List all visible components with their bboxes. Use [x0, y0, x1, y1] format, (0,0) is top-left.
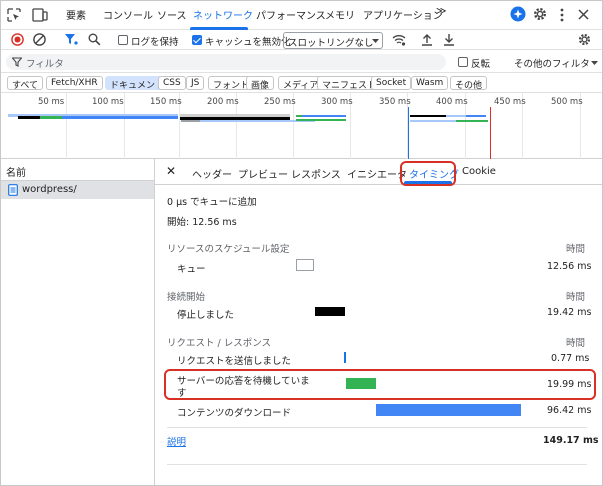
tab-preview[interactable]: プレビュー	[238, 166, 288, 181]
request-response-time-header: 時間	[566, 338, 586, 349]
invert-label: 反転	[471, 59, 491, 70]
ai-assistance-icon[interactable]	[510, 6, 526, 22]
preserve-log-label: ログを保持	[131, 37, 179, 48]
queue-label: キュー	[177, 264, 206, 275]
more-tabs-button[interactable]: ≫	[436, 6, 446, 17]
throttling-value: スロットリングなし	[288, 38, 374, 49]
filter-chip[interactable]: JS	[186, 76, 205, 90]
content-download-label: コンテンツのダウンロード	[177, 408, 292, 419]
devtools-tab-bar: 要素 コンソール ソース ネットワーク パフォーマンス メモリ アプリケーション…	[0, 0, 603, 30]
filter-chip[interactable]: Socket	[371, 76, 412, 90]
name-column-header[interactable]: 名前	[0, 159, 154, 181]
tab-network[interactable]: ネットワーク	[193, 7, 253, 22]
tab-sources[interactable]: ソース	[157, 7, 187, 22]
request-sent-bar	[344, 352, 346, 363]
request-list: 名前 wordpress/	[0, 159, 155, 486]
tab-console[interactable]: コンソール	[103, 7, 153, 22]
tab-performance[interactable]: パフォーマンス	[256, 7, 326, 22]
network-settings-gear-icon[interactable]	[578, 33, 591, 46]
close-devtools-icon[interactable]	[578, 9, 589, 20]
filter-chip[interactable]: 画像	[246, 76, 275, 91]
started-at-text: 開始: 12.56 ms	[167, 217, 237, 228]
content-download-value: 96.42 ms	[547, 405, 592, 416]
preserve-log-checkbox[interactable]	[118, 35, 128, 45]
import-har-icon[interactable]	[421, 33, 433, 46]
filter-chip[interactable]: すべて	[7, 76, 44, 91]
network-overview: 50 ms 100 ms 150 ms 200 ms 250 ms 300 ms 350 m…	[0, 93, 603, 159]
inspect-element-icon[interactable]	[7, 8, 21, 22]
tab-initiator[interactable]: イニシエータ	[347, 166, 407, 181]
stalled-value: 19.42 ms	[547, 307, 592, 318]
queue-bar	[296, 259, 314, 271]
tab-elements[interactable]: 要素	[66, 7, 86, 22]
filter-placeholder: フィルタ	[26, 59, 64, 70]
filter-chip[interactable]: Fetch/XHR	[46, 76, 103, 90]
network-conditions-icon[interactable]	[392, 33, 406, 46]
close-details-button[interactable]: ✕	[166, 164, 176, 178]
settings-gear-icon[interactable]	[533, 7, 547, 21]
clear-icon[interactable]	[33, 33, 46, 46]
total-value: 149.17 ms	[543, 435, 599, 446]
scheduling-section-title: リソースのスケジュール設定	[167, 244, 290, 255]
device-toolbar-icon[interactable]	[32, 8, 48, 22]
invert-checkbox[interactable]	[458, 57, 468, 67]
export-har-icon[interactable]	[443, 33, 455, 46]
disable-cache-checkbox[interactable]	[192, 35, 202, 45]
filter-row: フィルタ 反転 その他のフィルタ	[0, 51, 603, 73]
request-row-wordpress[interactable]: wordpress/	[0, 181, 154, 199]
request-response-section-title: リクエスト / レスポンス	[167, 338, 272, 349]
filter-funnel-icon[interactable]	[64, 33, 78, 46]
request-sent-label: リクエストを送信しました	[177, 356, 292, 367]
queue-value: 12.56 ms	[547, 261, 592, 272]
explanation-link[interactable]: 説明	[167, 434, 186, 448]
filter-input[interactable]: フィルタ	[6, 54, 446, 70]
network-toolbar: ログを保持 キャッシュを無効化 スロットリングなし	[0, 30, 603, 50]
timing-tab-highlight	[400, 161, 456, 186]
tab-headers[interactable]: ヘッダー	[192, 166, 232, 181]
stop-recording-icon[interactable]	[11, 33, 24, 46]
resource-type-filter: すべて Fetch/XHR ドキュメント CSS JS フォント 画像 メディア マニフェスト S…	[0, 73, 603, 93]
filter-chip[interactable]: Wasm	[411, 76, 449, 90]
stalled-bar	[315, 307, 345, 316]
tab-memory[interactable]: メモリ	[325, 7, 355, 22]
request-details-panel: ✕ ヘッダー プレビュー レスポンス イニシエータ タイミング Cookie 0…	[155, 159, 603, 486]
dropdown-caret-icon	[372, 39, 379, 43]
document-icon	[8, 184, 18, 196]
filter-chip[interactable]: CSS	[158, 76, 186, 90]
detail-tab-bar: ✕ ヘッダー プレビュー レスポンス イニシエータ タイミング Cookie	[155, 159, 603, 185]
more-filters-dropdown[interactable]: その他のフィルタ	[514, 56, 590, 70]
waiting-row-highlight	[164, 369, 596, 400]
queued-at-text: 0 µs でキューに追加	[167, 197, 257, 208]
more-options-icon[interactable]	[560, 8, 564, 22]
search-icon[interactable]	[88, 33, 101, 46]
bottom-separator	[167, 464, 587, 465]
disable-cache-label: キャッシュを無効化	[205, 37, 291, 48]
connection-section-title: 接続開始	[167, 292, 206, 303]
throttling-select[interactable]: スロットリングなし	[283, 32, 383, 49]
stalled-label: 停止しました	[177, 310, 235, 321]
tab-cookie[interactable]: Cookie	[462, 166, 496, 177]
filter-chip[interactable]: その他	[450, 76, 488, 91]
scheduling-time-header: 時間	[566, 244, 586, 255]
filter-funnel-small-icon	[12, 57, 22, 67]
content-download-bar	[376, 404, 521, 416]
tab-response[interactable]: レスポンス	[291, 166, 341, 181]
request-name: wordpress/	[22, 184, 77, 195]
total-separator	[167, 427, 587, 428]
connection-time-header: 時間	[566, 292, 586, 303]
request-sent-value: 0.77 ms	[551, 353, 590, 364]
overview-waterfall	[8, 107, 491, 159]
more-filters-caret-icon	[591, 61, 598, 65]
tab-application[interactable]: アプリケーション	[363, 7, 443, 22]
